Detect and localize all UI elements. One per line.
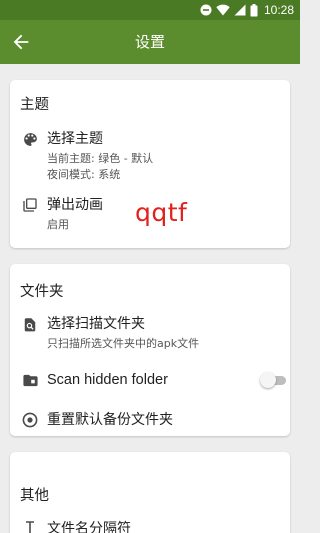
status-time: 10:28 — [263, 3, 294, 17]
scan-folder-title: 选择扫描文件夹 — [47, 316, 145, 332]
text-cursor-icon — [21, 520, 39, 533]
hidden-folder-title: Scan hidden folder — [47, 372, 168, 388]
hidden-folder-switch[interactable] — [260, 372, 286, 388]
select-theme-title: 选择主题 — [47, 131, 103, 147]
radio-target-icon — [21, 411, 39, 429]
battery-icon — [250, 3, 258, 16]
reset-backup-item[interactable]: 重置默认备份文件夹 — [10, 409, 290, 431]
switch-thumb — [260, 372, 276, 388]
folder-section-title: 文件夹 — [20, 284, 64, 300]
watermark-text: qqtf — [135, 198, 188, 227]
filename-separator-item[interactable]: 文件名分隔符 — [10, 518, 290, 533]
palette-icon — [21, 130, 39, 148]
other-card: 其他 文件名分隔符 — [10, 452, 290, 533]
status-icons: 10:28 — [200, 3, 294, 17]
status-bar: 10:28 — [0, 0, 300, 20]
scan-folder-item[interactable]: 选择扫描文件夹 只扫描所选文件夹中的apk文件 — [10, 314, 290, 354]
layers-icon — [21, 196, 39, 214]
current-theme-text: 当前主题: 绿色 - 默认 — [47, 152, 154, 165]
folder-card: 文件夹 选择扫描文件夹 只扫描所选文件夹中的apk文件 Scan hidden … — [10, 264, 290, 436]
hidden-folder-item[interactable]: Scan hidden folder — [10, 369, 290, 391]
popup-animation-value: 启用 — [47, 218, 69, 231]
filename-separator-title: 文件名分隔符 — [47, 521, 131, 533]
app-bar: 设置 — [0, 20, 300, 64]
select-theme-item[interactable]: 选择主题 当前主题: 绿色 - 默认 夜间模式: 系统 — [10, 128, 290, 184]
wifi-icon — [216, 4, 230, 16]
folder-hidden-icon — [21, 371, 39, 389]
signal-icon — [234, 4, 246, 16]
other-section-title: 其他 — [20, 488, 49, 504]
dnd-icon — [200, 4, 212, 16]
scan-folder-description: 只扫描所选文件夹中的apk文件 — [47, 337, 200, 350]
page-title: 设置 — [134, 33, 165, 51]
theme-section-title: 主题 — [20, 97, 49, 113]
reset-backup-title: 重置默认备份文件夹 — [47, 412, 173, 428]
popup-animation-title: 弹出动画 — [47, 197, 103, 213]
night-mode-text: 夜间模式: 系统 — [47, 168, 121, 181]
folder-search-icon — [21, 316, 39, 334]
